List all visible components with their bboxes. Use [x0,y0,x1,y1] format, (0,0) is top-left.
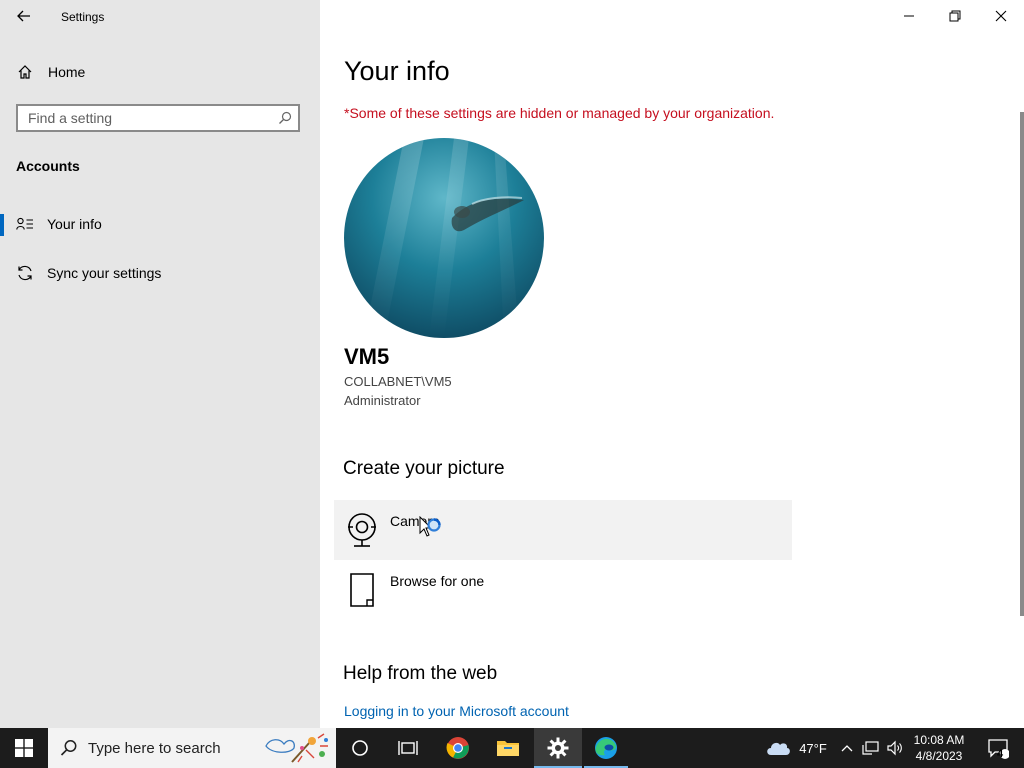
find-setting-box[interactable] [16,104,300,132]
sidebar-item-sync-settings[interactable]: Sync your settings [0,253,320,293]
search-highlight-illustration [265,733,328,763]
windows-logo-icon [15,739,33,757]
cortana-circle-icon [352,740,368,756]
find-setting-input[interactable] [18,106,278,130]
minimize-button[interactable] [886,0,932,32]
cortana-button[interactable] [336,728,384,768]
chrome-icon [446,737,469,759]
task-view-icon [398,741,418,755]
settings-app-button[interactable] [534,728,582,768]
profile-picture [344,138,544,338]
network-button[interactable] [860,728,882,768]
restore-button[interactable] [932,0,978,32]
search-icon [60,739,78,757]
cloud-icon [767,742,791,755]
edge-app-button[interactable] [582,728,630,768]
help-link-microsoft-account[interactable]: Logging in to your Microsoft account [344,703,569,719]
section-title-accounts: Accounts [16,158,80,174]
task-view-button[interactable] [384,728,432,768]
person-list-icon [15,215,35,233]
sidebar-item-your-info[interactable]: Your info [0,204,320,244]
restore-icon [949,10,961,22]
volume-button[interactable] [884,728,906,768]
sync-icon [15,264,35,282]
folder-icon [497,741,519,756]
taskbar: Type here to search 47°F 10:08 AM 4/8/20… [0,728,1024,768]
clock-time: 10:08 AM [913,733,965,747]
chrome-app-button[interactable] [434,728,482,768]
action-center-button[interactable]: 4 [978,728,1018,768]
weather-temperature: 47°F [799,740,827,756]
close-icon [995,10,1007,22]
main-content: Your info *Some of these settings are hi… [320,0,1024,728]
sidebar-item-label: Your info [47,216,102,232]
home-icon [16,63,34,81]
back-arrow-icon [17,10,30,22]
nav-home[interactable]: Home [16,63,85,81]
nav-home-label: Home [48,64,86,80]
start-button[interactable] [0,728,48,768]
gear-icon [547,737,569,759]
create-picture-heading: Create your picture [343,458,505,479]
back-button[interactable] [14,6,34,26]
weather-widget[interactable]: 47°F [760,728,832,768]
camera-option[interactable]: Camera [334,500,792,560]
scrollbar[interactable] [1020,112,1024,616]
file-explorer-button[interactable] [484,728,532,768]
webcam-icon [346,512,378,548]
settings-sidebar: Settings Home Accounts Your info Sync yo… [0,0,320,728]
user-role: Administrator [344,393,421,408]
help-heading: Help from the web [343,663,498,684]
taskbar-search-box[interactable]: Type here to search [48,728,336,768]
taskbar-search-placeholder: Type here to search [88,740,221,757]
search-icon[interactable] [278,111,292,125]
show-hidden-icons-button[interactable] [838,728,856,768]
browse-option-label: Browse for one [390,573,485,589]
page-title: Your info [344,56,450,86]
edge-icon [595,737,617,759]
busy-cursor-icon [419,516,441,537]
user-domain-account: COLLABNET\VM5 [344,374,452,389]
app-title: Settings [61,10,105,24]
close-button[interactable] [978,0,1024,32]
org-managed-notice: *Some of these settings are hidden or ma… [344,105,775,121]
chevron-up-icon [841,745,853,752]
browse-option[interactable]: Browse for one [334,560,792,620]
speaker-icon [887,740,902,756]
file-icon [346,572,378,608]
user-display-name: VM5 [344,344,390,369]
clock-date: 4/8/2023 [915,749,963,763]
taskbar-clock[interactable]: 10:08 AM 4/8/2023 [906,732,972,764]
network-icon [862,741,879,755]
sidebar-item-label: Sync your settings [47,265,162,281]
notification-count: 4 [997,748,1004,760]
minimize-icon [904,15,914,17]
